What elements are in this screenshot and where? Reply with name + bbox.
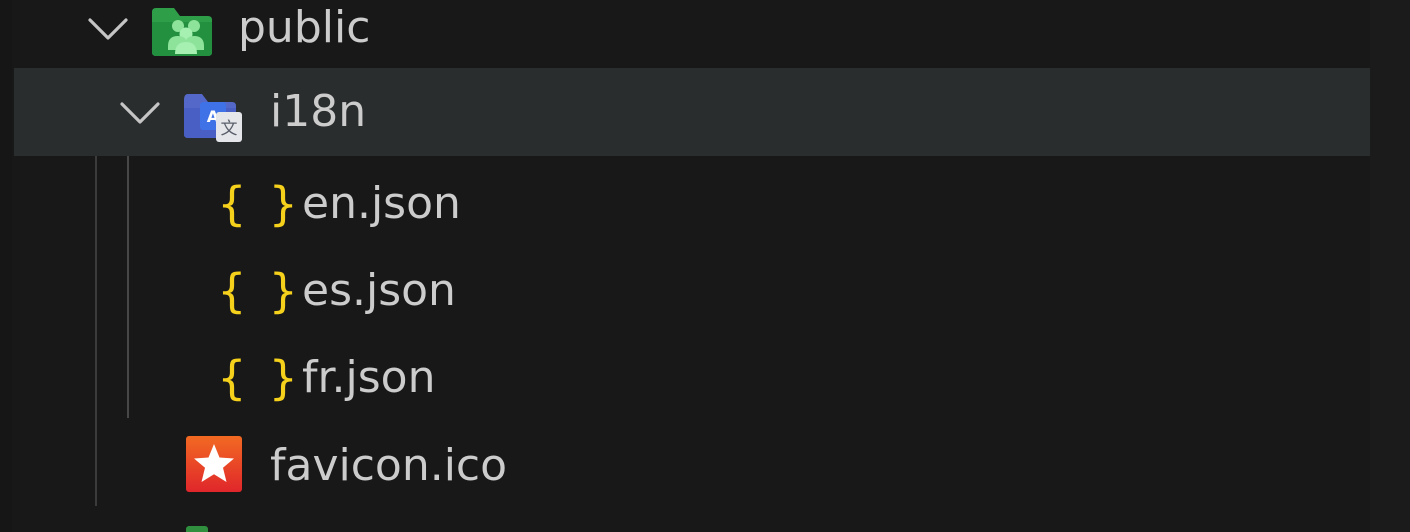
tree-item-label: favicon.ico [270, 440, 508, 491]
folder-public-icon [152, 8, 212, 56]
favicon-star-icon [186, 436, 242, 492]
json-braces-icon: { } [218, 264, 297, 318]
tree-item-label: i18n [270, 86, 367, 137]
tree-item-fr-json[interactable]: { } fr.json [14, 334, 1370, 422]
tree-item-es-json[interactable]: { } es.json [14, 247, 1370, 335]
tree-item-label: fr.json [302, 352, 436, 403]
chevron-down-icon[interactable] [118, 92, 162, 132]
json-braces-icon: { } [218, 177, 297, 231]
sidebar-edge [0, 0, 12, 532]
tree-item-label: public [238, 2, 371, 53]
chevron-down-icon[interactable] [86, 8, 130, 48]
tree-item-en-json[interactable]: { } en.json [14, 160, 1370, 248]
svg-text:文: 文 [221, 119, 238, 139]
tree-item-label: en.json [302, 178, 461, 229]
json-braces-icon: { } [218, 351, 297, 405]
file-explorer: public A 文 i18n { } en.json { } es.json … [0, 0, 1410, 532]
tree-item-public-folder[interactable]: public [14, 0, 1370, 72]
folder-i18n-icon: A 文 [184, 94, 242, 142]
tree-item-label: es.json [302, 265, 456, 316]
tree-item-i18n-folder[interactable]: A 文 i18n [14, 68, 1370, 156]
scrollbar-track[interactable] [1370, 0, 1410, 532]
tree-item-favicon[interactable]: favicon.ico [14, 422, 1370, 510]
next-item-icon-partial [186, 526, 208, 532]
